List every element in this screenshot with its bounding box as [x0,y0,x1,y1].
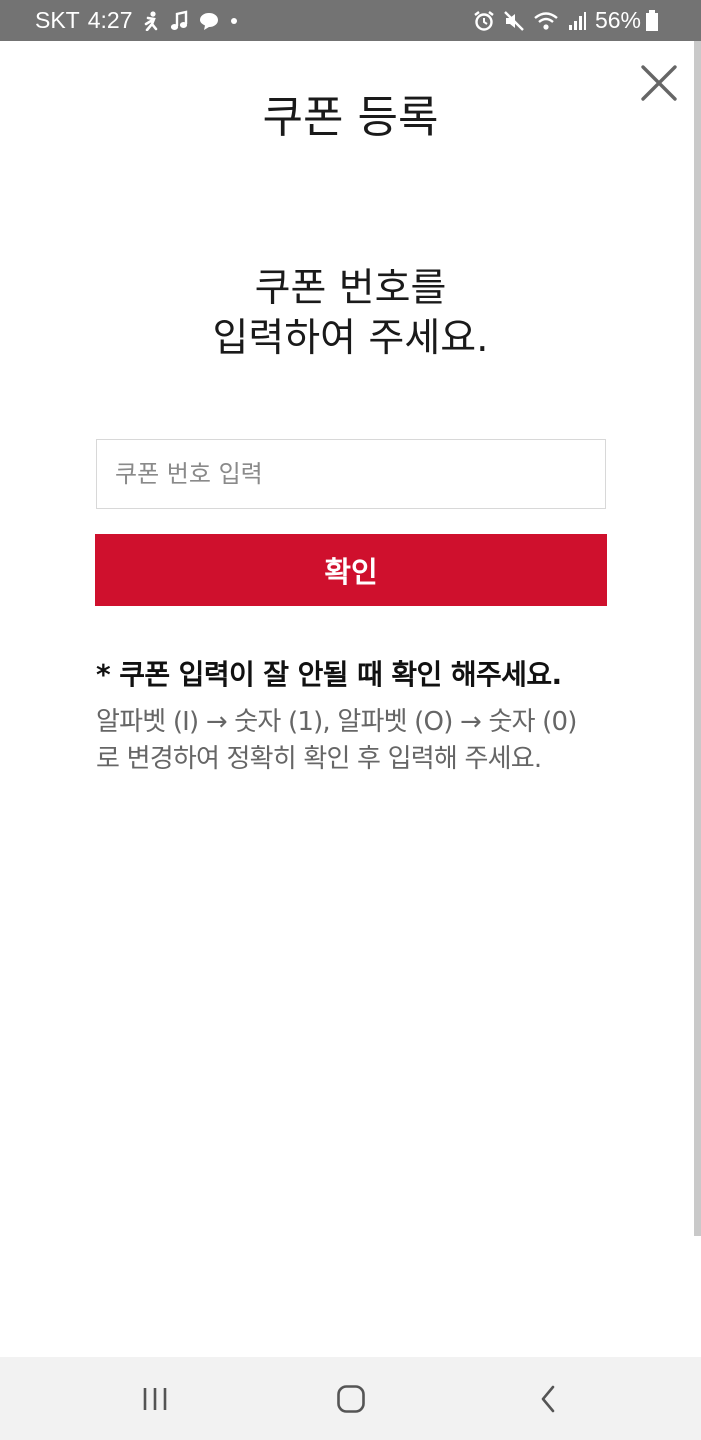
headline-line-2: 입력하여 주세요. [212,316,489,361]
carrier: SKT [35,7,80,33]
page-title: 쿠폰 등록 [262,92,439,143]
battery-icon [645,9,659,32]
back-icon [541,1385,555,1413]
home-icon [337,1385,365,1413]
mute-icon [503,10,525,32]
scrollbar[interactable] [694,41,701,1236]
notice-title: * 쿠폰 입력이 잘 안될 때 확인 해주세요. [96,658,562,691]
status-bar: SKT 4:27 56% [0,0,701,41]
battery-percent: 56% [594,7,641,33]
home-button[interactable] [323,1371,379,1427]
headline-line-1: 쿠폰 번호를 [254,266,447,311]
confirm-button[interactable]: 확인 [95,534,607,606]
status-right: 56% [473,7,667,34]
signal-icon [567,11,587,31]
back-button[interactable] [520,1371,576,1427]
dot-icon [229,16,239,26]
notice-line-2: 로 변경하여 정확히 확인 후 입력해 주세요. [96,744,542,774]
navigation-bar [0,1357,701,1440]
headline: 쿠폰 번호를 입력하여 주세요. [0,264,701,364]
coupon-number-input[interactable] [96,439,606,509]
status-left: SKT 4:27 [35,7,239,34]
notice-body: 알파벳 (I) → 숫자 (1), 알파벳 (O) → 숫자 (0) 로 변경하… [96,704,656,778]
notice-line-1: 알파벳 (I) → 숫자 (1), 알파벳 (O) → 숫자 (0) [96,707,577,737]
alarm-icon [473,10,495,32]
recent-apps-icon [143,1388,167,1410]
clock: 4:27 [87,7,133,33]
wifi-icon [533,10,559,32]
recent-apps-button[interactable] [127,1371,183,1427]
chat-bubble-icon [198,11,220,31]
music-note-icon [169,10,189,32]
runner-icon [142,10,160,31]
